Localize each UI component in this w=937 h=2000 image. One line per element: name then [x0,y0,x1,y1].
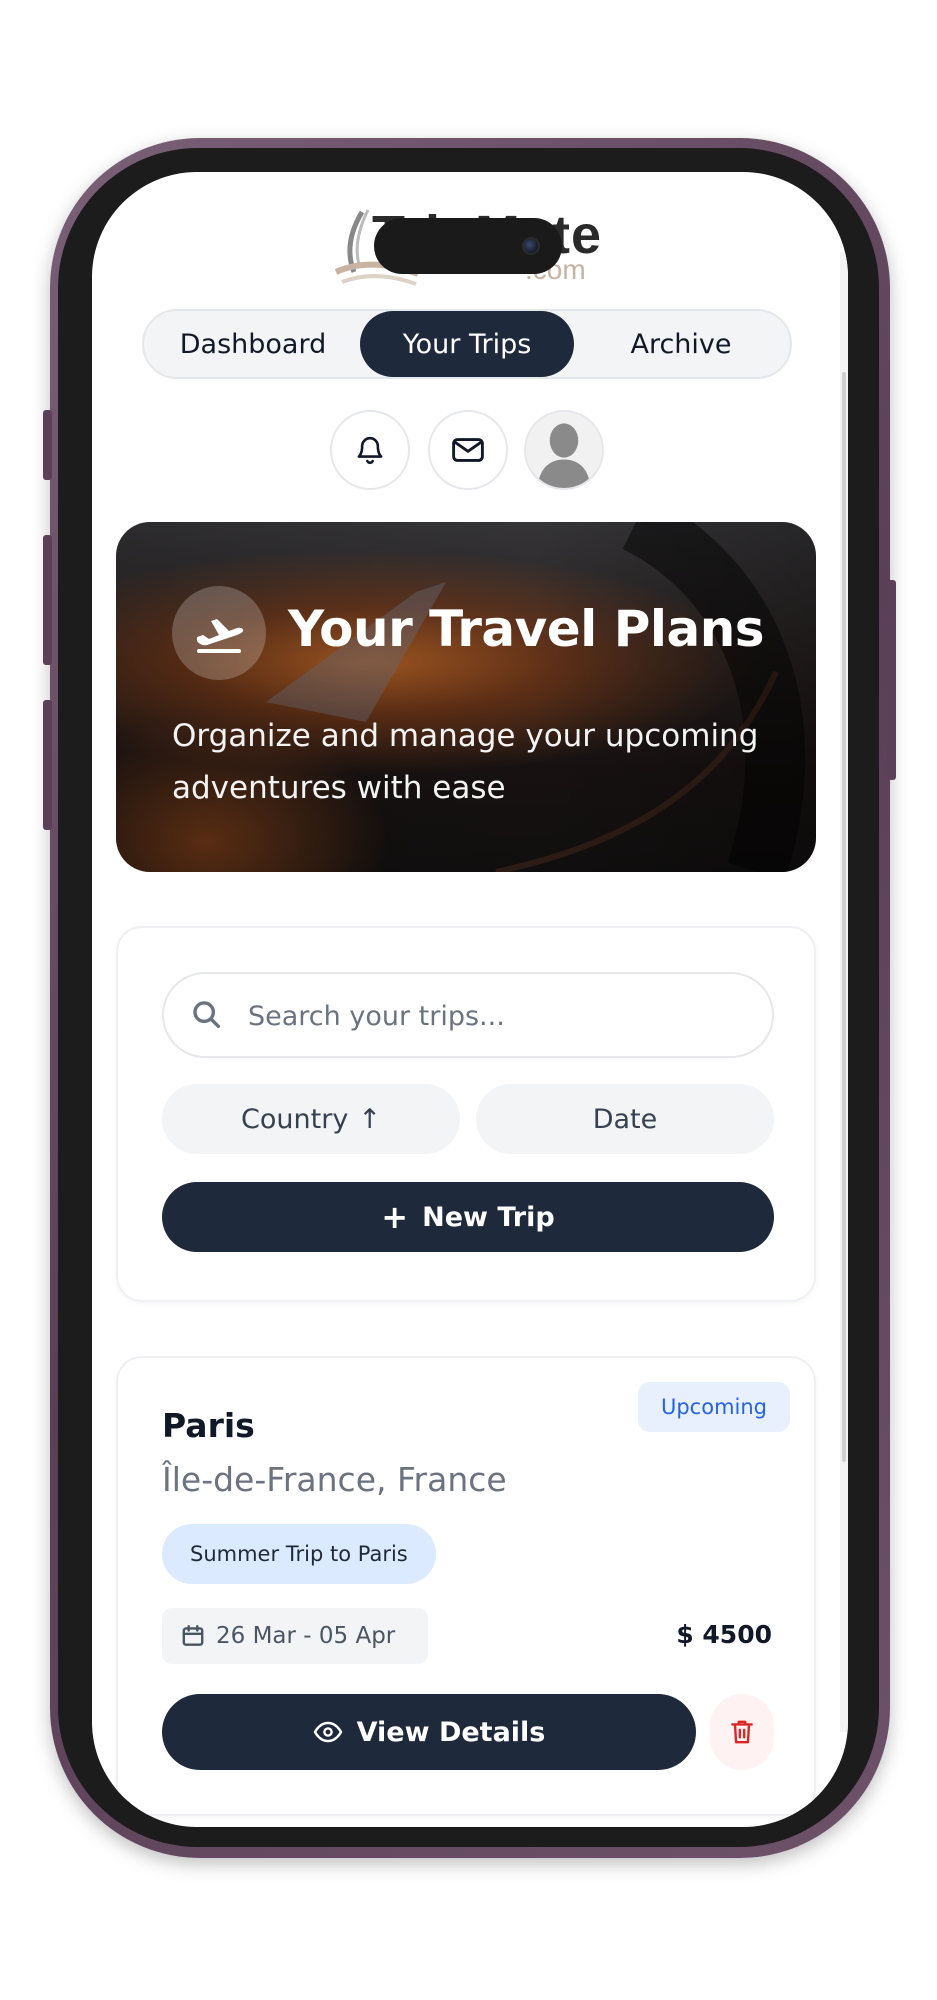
delete-trip-button[interactable] [710,1694,774,1770]
sort-date-button[interactable]: Date [476,1084,774,1154]
phone-power-button [887,580,896,780]
nav-tabs: Dashboard Your Trips Archive [142,309,792,379]
search-card: Country ↑ Date + New Trip [116,926,816,1302]
trip-price: $ 4500 [676,1620,772,1649]
tab-dashboard[interactable]: Dashboard [146,311,360,377]
trip-name-tag: Summer Trip to Paris [162,1524,436,1584]
plane-departure-icon [197,619,244,653]
trip-region: Île-de-France, France [162,1460,507,1499]
hero-banner: Your Travel Plans Organize and manage yo… [116,522,816,872]
sort-country-button[interactable]: Country ↑ [162,1084,460,1154]
phone-screen: TripMate .com Dashboard Your Trips Archi… [92,172,848,1827]
messages-button[interactable] [428,410,508,490]
hero-icon-badge [172,586,266,680]
avatar[interactable] [524,410,604,490]
search-input[interactable] [248,988,748,1044]
hero-subtitle: Organize and manage your upcoming advent… [172,718,759,806]
search-bar[interactable] [162,972,774,1058]
trip-city: Paris [162,1406,255,1445]
hero-title: Your Travel Plans [288,600,765,658]
scrollbar-thumb[interactable] [842,372,846,1462]
sort-ascending-icon: ↑ [358,1103,381,1135]
search-icon [193,1001,221,1029]
sort-country-label: Country [241,1103,349,1135]
view-details-button[interactable]: View Details [162,1694,696,1770]
phone-volume-up-button [43,535,52,665]
mail-icon [452,438,484,462]
user-avatar-icon [526,412,602,488]
view-details-label: View Details [356,1716,546,1748]
dynamic-island [374,218,562,274]
notifications-button[interactable] [330,410,410,490]
hero-overlay [116,522,816,872]
phone-side-button [43,410,52,480]
trip-dates: 26 Mar - 05 Apr [162,1608,428,1664]
trash-icon [731,1720,753,1744]
bell-icon [357,437,383,465]
tab-archive[interactable]: Archive [574,311,788,377]
scrollbar[interactable] [840,252,848,1732]
sort-date-label: Date [592,1103,658,1135]
trip-card: Paris Upcoming Île-de-France, France Sum… [116,1356,816,1816]
calendar-icon [182,1625,204,1646]
trip-dates-text: 26 Mar - 05 Apr [216,1623,396,1649]
status-badge: Upcoming [638,1382,790,1432]
phone-volume-down-button [43,700,52,830]
tab-your-trips[interactable]: Your Trips [360,311,574,377]
camera-icon [522,237,540,255]
new-trip-label: New Trip [422,1201,555,1233]
eye-icon [313,1721,342,1743]
new-trip-button[interactable]: + New Trip [162,1182,774,1252]
plus-icon: + [381,1198,409,1236]
